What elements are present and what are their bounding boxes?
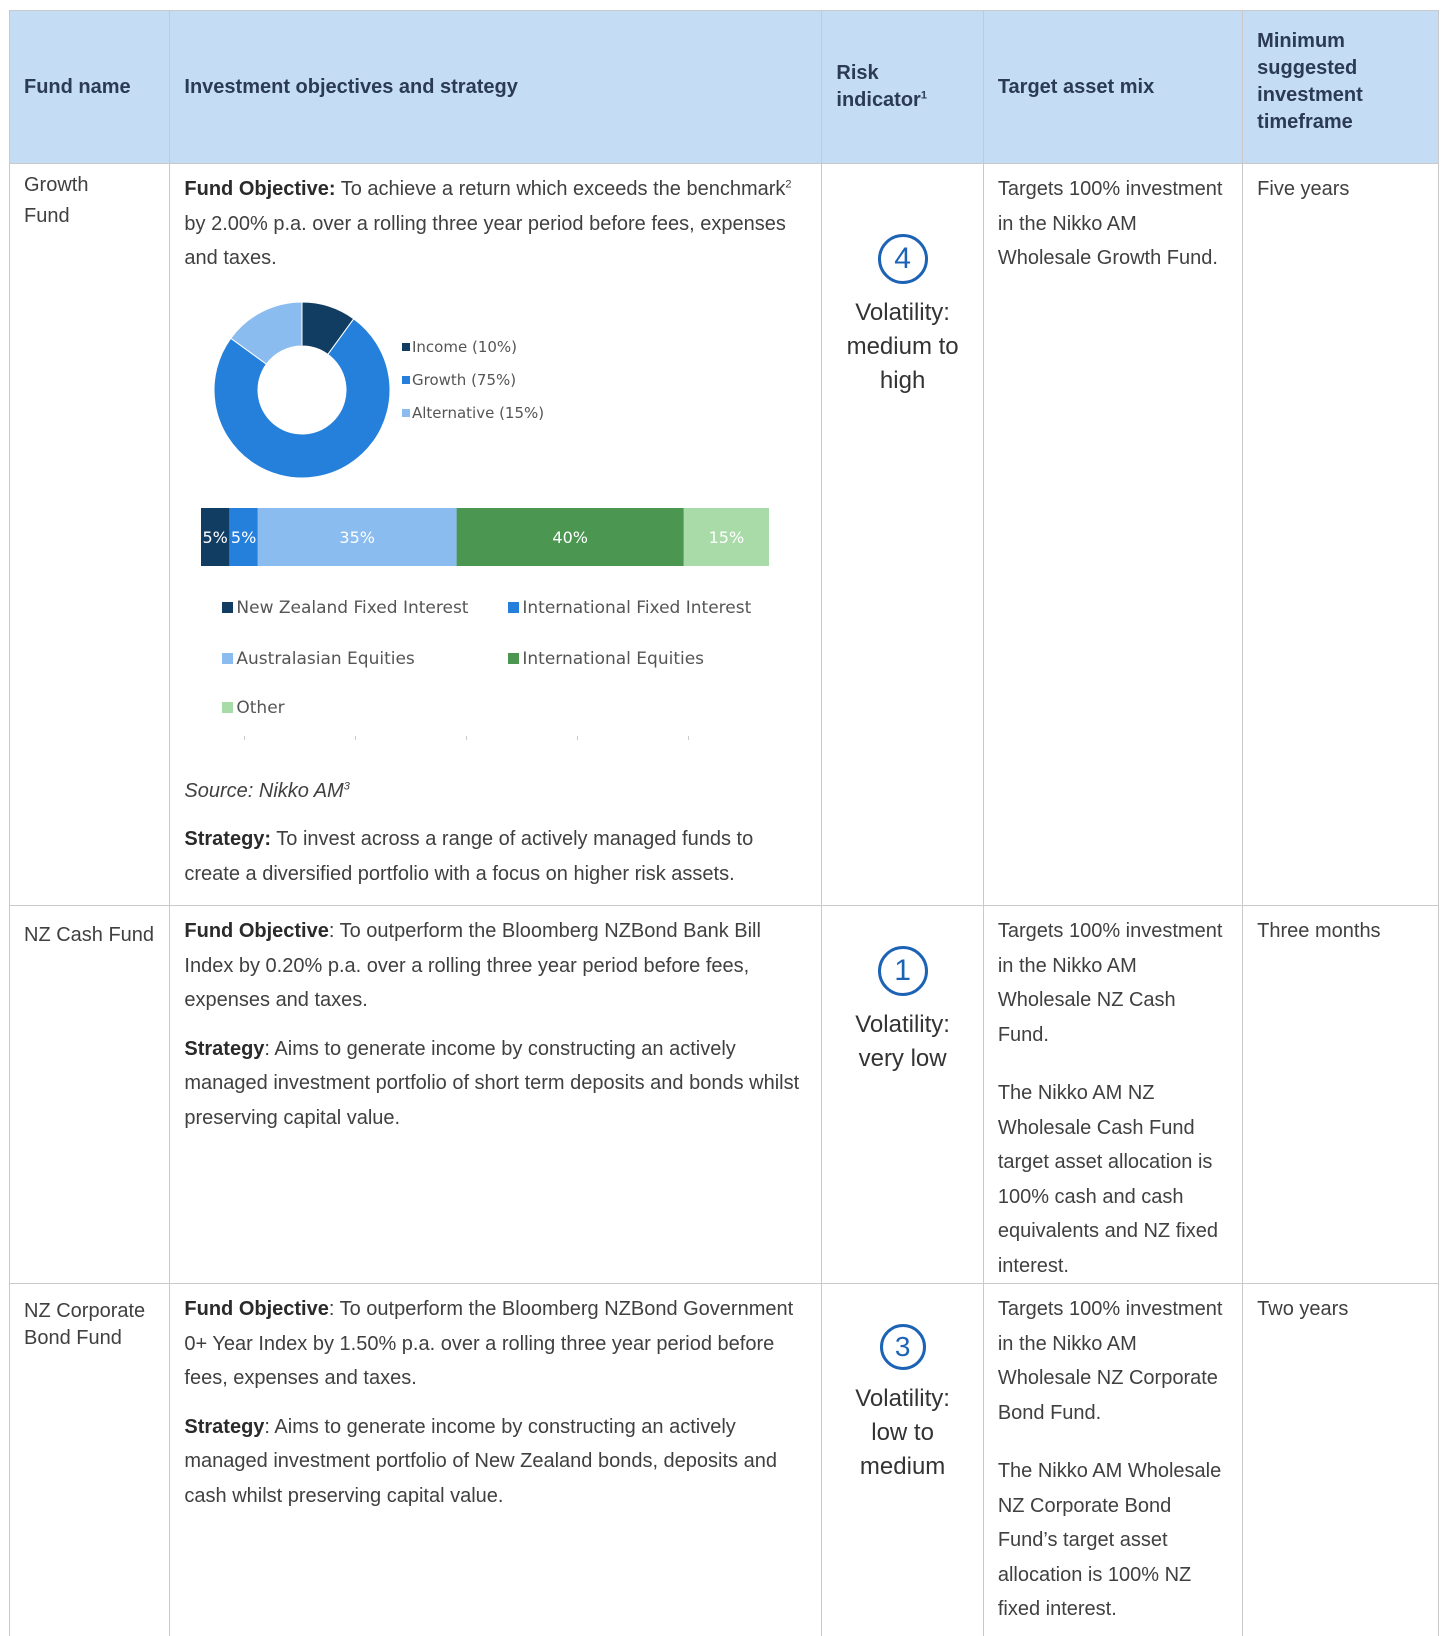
volatility-value: low to bbox=[871, 1419, 934, 1446]
fund-objective-paragraph: Fund Objective: To outperform the Bloomb… bbox=[184, 1298, 794, 1389]
asset-mix-text: Targets 100% investment in the Nikko AM … bbox=[997, 178, 1223, 269]
fund-objective-paragraph: Fund Objective: To achieve a return whic… bbox=[184, 178, 792, 269]
volatility-label: Volatility: bbox=[855, 299, 950, 326]
legend-item: New Zealand Fixed Interest bbox=[222, 592, 468, 625]
table-row: Growth Fund Fund Objective: To achieve a … bbox=[9, 163, 1439, 906]
legend-label: International Fixed Interest bbox=[522, 597, 752, 618]
asset-allocation-charts: Income (10%) Growth (75%) Alternative (15%… bbox=[184, 290, 804, 770]
header-asset-mix: Target asset mix bbox=[982, 10, 1244, 164]
volatility-value-cont: medium bbox=[859, 1453, 946, 1480]
asset-mix-cell: Targets 100% investment in the Nikko AM … bbox=[982, 905, 1244, 1284]
legend-swatch bbox=[508, 652, 520, 664]
bar-data-label: 35% bbox=[340, 528, 376, 547]
timeframe-cell: Three months bbox=[1242, 905, 1439, 1284]
bar-data-label: 5% bbox=[203, 528, 228, 547]
stacked-bar-chart: 5% 5% 35% 40% 15% bbox=[201, 507, 770, 566]
legend-label: Income (10%) bbox=[412, 338, 517, 356]
risk-level-4-icon: 4 bbox=[877, 234, 928, 284]
legend-label: Growth (75%) bbox=[412, 371, 516, 389]
table-header-row: Fund name Investment objectives and stra… bbox=[9, 10, 1439, 164]
asset-mix-text-2: The Nikko AM Wholesale NZ Corporate Bond… bbox=[997, 1460, 1222, 1620]
legend-item: International Fixed Interest bbox=[508, 592, 751, 625]
header-objectives: Investment objectives and strategy bbox=[169, 10, 823, 164]
volatility-label: Volatility: bbox=[855, 1011, 950, 1038]
timeframe-cell: Five years bbox=[1242, 163, 1439, 906]
legend-item: Other bbox=[222, 692, 285, 725]
asset-mix-cell: Targets 100% investment in the Nikko AM … bbox=[982, 1283, 1244, 1636]
risk-level-3-icon: 3 bbox=[879, 1324, 926, 1370]
legend-swatch bbox=[222, 652, 234, 664]
header-timeframe: Minimum suggested investment timeframe bbox=[1242, 10, 1439, 164]
bar-data-label: 5% bbox=[231, 528, 256, 547]
legend-label: International Equities bbox=[522, 648, 705, 669]
asset-mix-text: Targets 100% investment in the Nikko AM … bbox=[997, 1298, 1223, 1424]
volatility-value: medium to bbox=[846, 333, 959, 360]
legend-swatch bbox=[508, 601, 520, 613]
risk-indicator-cell: 4 Volatility: medium to high bbox=[821, 163, 984, 906]
asset-mix-cell: Targets 100% investment in the Nikko AM … bbox=[982, 163, 1244, 906]
risk-level-1-icon: 1 bbox=[877, 946, 928, 996]
volatility-value-cont: high bbox=[879, 367, 926, 394]
donut-chart: Income (10%) Growth (75%) Alternative (15%… bbox=[213, 300, 545, 478]
volatility-label: Volatility: bbox=[855, 1385, 950, 1412]
legend-item: International Equities bbox=[508, 643, 704, 676]
legend-item: Australasian Equities bbox=[222, 643, 415, 676]
strategy-paragraph: Strategy: Aims to generate income by con… bbox=[184, 1037, 800, 1129]
objectives-cell: Fund Objective: To achieve a return whic… bbox=[169, 163, 823, 906]
fund-name-cell: Growth Fund bbox=[9, 163, 171, 906]
fund-table-page: Fund name Investment objectives and stra… bbox=[9, 10, 1439, 1636]
fund-objective-paragraph: Fund Objective: To outperform the Bloomb… bbox=[184, 920, 761, 1011]
axis-ticks bbox=[244, 735, 724, 740]
asset-mix-text-2: The Nikko AM NZ Wholesale Cash Fund targ… bbox=[997, 1082, 1218, 1277]
fund-name-cell: NZ Corporate Bond Fund bbox=[9, 1283, 171, 1636]
legend-swatch bbox=[222, 701, 234, 713]
objectives-cell: Fund Objective: To outperform the Bloomb… bbox=[169, 905, 823, 1284]
legend-swatch bbox=[402, 342, 411, 351]
risk-indicator-cell: 3 Volatility: low to medium bbox=[821, 1283, 984, 1636]
header-risk-indicator: Risk indicator1 bbox=[821, 10, 984, 164]
legend-swatch bbox=[402, 375, 411, 384]
table-row: NZ Cash Fund Fund Objective: To outperfo… bbox=[9, 905, 1439, 1284]
bar-data-label: 15% bbox=[709, 528, 745, 547]
strategy-paragraph: Strategy: Aims to generate income by con… bbox=[184, 1415, 777, 1507]
bar-data-label: 40% bbox=[553, 528, 589, 547]
timeframe-cell: Two years bbox=[1242, 1283, 1439, 1636]
legend-label: Alternative (15%) bbox=[412, 404, 544, 422]
legend-label: Australasian Equities bbox=[236, 648, 415, 669]
table-row: NZ Corporate Bond Fund Fund Objective: To… bbox=[9, 1283, 1439, 1636]
header-fund-name: Fund name bbox=[9, 10, 171, 164]
volatility-value: very low bbox=[858, 1045, 947, 1072]
funds-table: Fund name Investment objectives and stra… bbox=[9, 10, 1439, 1636]
risk-indicator-cell: 1 Volatility: very low bbox=[821, 905, 984, 1284]
legend-label: New Zealand Fixed Interest bbox=[236, 597, 469, 618]
fund-name-cell: NZ Cash Fund bbox=[9, 905, 171, 1284]
legend-swatch bbox=[222, 601, 234, 613]
legend-label: Other bbox=[236, 697, 285, 718]
objectives-cell: Fund Objective: To outperform the Bloomb… bbox=[169, 1283, 823, 1636]
asset-mix-text: Targets 100% investment in the Nikko AM … bbox=[997, 920, 1223, 1046]
source-note: Source: Nikko AM3 bbox=[184, 779, 350, 802]
legend-swatch bbox=[402, 408, 411, 417]
strategy-paragraph: Strategy: To invest across a range of ac… bbox=[184, 828, 754, 885]
